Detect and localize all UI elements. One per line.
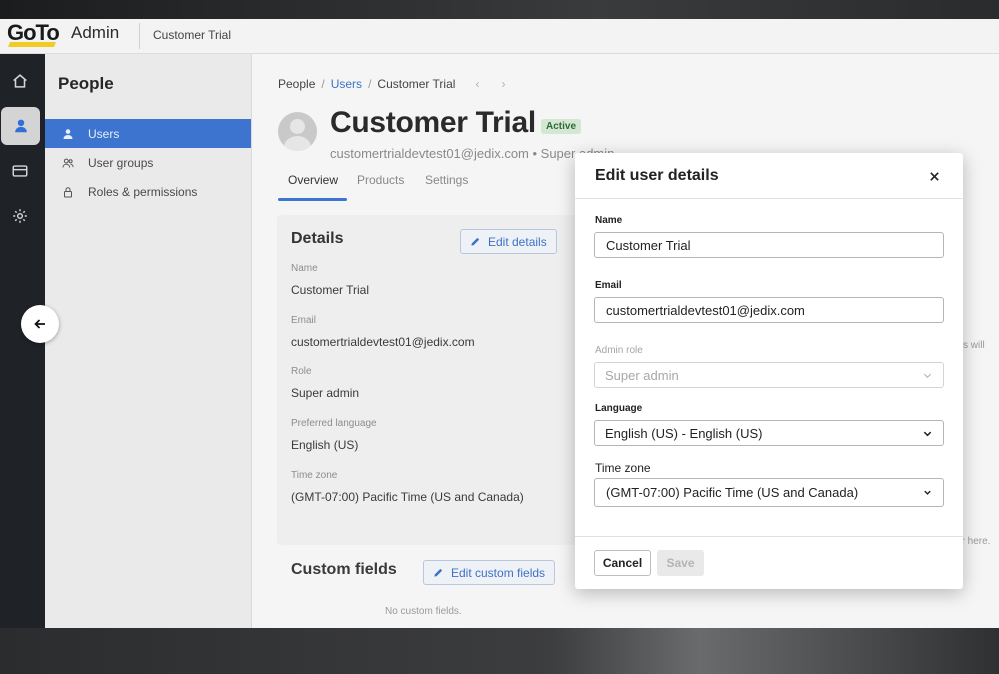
pencil-icon <box>434 568 443 577</box>
language-value: English (US) - English (US) <box>605 425 763 441</box>
close-icon[interactable] <box>925 167 943 185</box>
app-header: GoTo Admin Customer Trial <box>0 19 999 54</box>
sidebar-item-label: Roles & permissions <box>88 184 198 199</box>
breadcrumb: People / Users / Customer Trial ‹ › <box>278 77 505 91</box>
user-name-heading: Customer Trial <box>330 106 536 139</box>
tab-settings[interactable]: Settings <box>425 173 468 187</box>
sidebar-title: People <box>58 74 114 93</box>
custom-fields-title: Custom fields <box>291 561 397 578</box>
language-select[interactable]: English (US) - English (US) <box>594 420 944 446</box>
edit-details-button[interactable]: Edit details <box>460 229 557 254</box>
home-icon[interactable] <box>0 62 39 100</box>
screen-bottom-strip <box>0 628 999 674</box>
edit-user-dialog: Edit user details Name Customer Trial Em… <box>575 153 963 589</box>
person-icon[interactable] <box>1 107 40 145</box>
edit-custom-fields-label: Edit custom fields <box>451 565 546 580</box>
name-field[interactable]: Customer Trial <box>594 232 944 258</box>
tab-overview[interactable]: Overview <box>288 173 338 187</box>
chevron-down-icon <box>922 487 933 498</box>
details-language-value: English (US) <box>291 438 359 452</box>
breadcrumb-users[interactable]: Users <box>331 77 362 91</box>
timezone-value: (GMT-07:00) Pacific Time (US and Canada) <box>606 485 859 500</box>
screen-top-strip <box>0 0 999 19</box>
edit-custom-fields-button[interactable]: Edit custom fields <box>423 560 556 585</box>
details-title: Details <box>291 230 344 247</box>
breadcrumb-separator: / <box>368 77 372 91</box>
dialog-title: Edit user details <box>595 167 719 184</box>
language-label: Language <box>595 403 643 414</box>
dialog-header: Edit user details <box>575 153 963 199</box>
email-field[interactable]: customertrialdevtest01@jedix.com <box>594 297 944 323</box>
cancel-button[interactable]: Cancel <box>594 550 651 576</box>
details-timezone-label: Time zone <box>291 470 338 481</box>
chevron-down-icon <box>922 370 933 381</box>
timezone-select[interactable]: (GMT-07:00) Pacific Time (US and Canada) <box>594 478 944 507</box>
breadcrumb-separator: / <box>321 77 325 91</box>
lock-icon <box>62 186 74 198</box>
people-sidebar: People Users User groups Roles & permiss… <box>45 54 252 628</box>
gear-icon[interactable] <box>0 197 39 235</box>
details-email-value: customertrialdevtest01@jedix.com <box>291 335 475 349</box>
goto-logo[interactable]: GoTo <box>7 20 60 46</box>
chevron-left-icon[interactable]: ‹ <box>475 77 479 91</box>
billing-card-icon[interactable] <box>0 152 39 190</box>
sidebar-item-roles-permissions[interactable]: Roles & permissions <box>45 177 251 206</box>
chevron-right-icon[interactable]: › <box>501 77 505 91</box>
user-tabs: Overview Products Settings <box>278 173 578 201</box>
details-timezone-value: (GMT-07:00) Pacific Time (US and Canada) <box>291 490 524 504</box>
admin-app: GoTo Admin Customer Trial People Users U… <box>0 19 999 628</box>
tab-active-indicator <box>278 198 347 201</box>
avatar <box>278 112 317 151</box>
user-group-icon <box>62 157 74 169</box>
status-badge: Active <box>541 119 582 134</box>
dialog-footer-divider <box>575 536 963 537</box>
save-button[interactable]: Save <box>657 550 704 576</box>
back-button[interactable] <box>21 305 59 343</box>
sidebar-item-label: Users <box>88 126 120 141</box>
email-field-label: Email <box>595 280 622 291</box>
sidebar-item-label: User groups <box>88 155 154 170</box>
person-icon <box>62 128 74 140</box>
user-subtitle: customertrialdevtest01@jedix.com • Super… <box>330 146 615 161</box>
header-divider <box>139 23 140 49</box>
sidebar-item-users[interactable]: Users <box>45 119 251 148</box>
details-name-value: Customer Trial <box>291 283 370 297</box>
details-role-value: Super admin <box>291 386 360 400</box>
account-name[interactable]: Customer Trial <box>153 28 231 42</box>
details-language-label: Preferred language <box>291 418 377 429</box>
chevron-down-icon <box>922 428 933 439</box>
edit-details-label: Edit details <box>488 234 547 249</box>
details-role-label: Role <box>291 366 312 377</box>
admin-role-select: Super admin <box>594 362 944 388</box>
right-edge-text: s will <box>963 340 985 351</box>
name-field-label: Name <box>595 215 623 226</box>
sidebar-item-user-groups[interactable]: User groups <box>45 148 251 177</box>
timezone-label: Time zone <box>595 461 651 475</box>
arrow-left-icon <box>34 319 45 329</box>
pencil-icon <box>471 237 480 246</box>
no-custom-fields-text: No custom fields. <box>385 606 462 617</box>
breadcrumb-people[interactable]: People <box>278 77 315 91</box>
app-name: Admin <box>71 23 120 42</box>
details-email-label: Email <box>291 315 317 326</box>
breadcrumb-current: Customer Trial <box>377 77 456 91</box>
tab-products[interactable]: Products <box>357 173 404 187</box>
details-name-label: Name <box>291 263 318 274</box>
admin-role-label: Admin role <box>595 345 643 356</box>
admin-role-value: Super admin <box>605 367 679 383</box>
